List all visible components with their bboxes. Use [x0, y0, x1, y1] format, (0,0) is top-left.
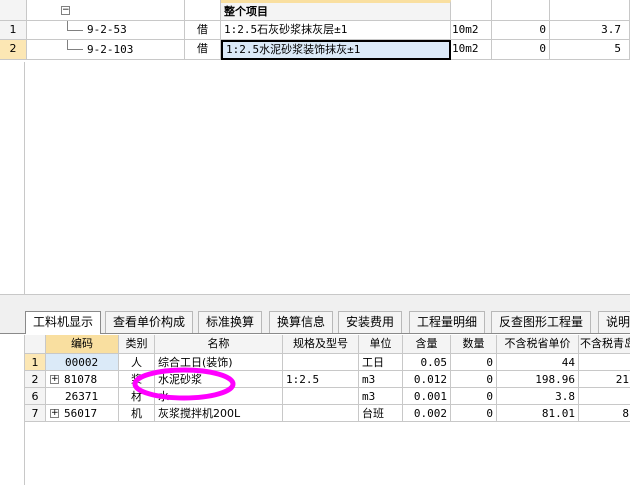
group-title: 整个项目 — [224, 5, 268, 18]
tab-quantity-detail[interactable]: 工程量明细 — [409, 311, 486, 333]
row-code: 9-2-103 — [87, 43, 134, 56]
row-qty[interactable]: 0 — [492, 21, 550, 40]
cell-code[interactable]: 00002 — [46, 354, 119, 371]
col-header-price2[interactable]: 不含税青岛 — [579, 335, 630, 354]
cell-content[interactable]: 0.001 — [403, 388, 451, 405]
cell-quantity[interactable]: 0 — [451, 354, 497, 371]
row-unit[interactable]: 10m2 — [451, 40, 492, 60]
top-header-price — [550, 0, 630, 21]
col-header-spec[interactable]: 规格及型号 — [283, 335, 359, 354]
bottom-grid-left-border — [24, 422, 25, 485]
col-header-quantity[interactable]: 数量 — [451, 335, 497, 354]
tree-line — [67, 21, 68, 30]
col-header-type[interactable]: 类别 — [119, 335, 155, 354]
tab-graphic-quantity-lookup[interactable]: 反查图形工程量 — [491, 311, 592, 333]
cell-content[interactable]: 0.012 — [403, 371, 451, 388]
row-price[interactable]: 3.7 — [550, 21, 630, 40]
cell-unit[interactable]: 台班 — [359, 405, 403, 422]
tab-standard-conversion[interactable]: 标准换算 — [198, 311, 263, 333]
top-row-num[interactable]: 2 — [0, 40, 27, 60]
col-header-name[interactable]: 名称 — [155, 335, 283, 354]
col-header-price[interactable]: 不含税省单价 — [497, 335, 579, 354]
cell-quantity[interactable]: 0 — [451, 371, 497, 388]
group-title-cell[interactable]: 整个项目 — [221, 0, 451, 21]
row-name[interactable]: 1:2.5石灰砂浆抹灰层±1 — [221, 21, 451, 40]
row-qty[interactable]: 0 — [492, 40, 550, 60]
tab-labor-material-machine[interactable]: 工料机显示 — [25, 311, 102, 334]
cell-quantity[interactable]: 0 — [451, 405, 497, 422]
cell-price[interactable]: 3.8 — [497, 388, 579, 405]
cell-price[interactable]: 198.96 — [497, 371, 579, 388]
cell-price2[interactable] — [579, 354, 630, 371]
row-unit[interactable]: 10m2 — [451, 21, 492, 40]
tree-line — [67, 49, 83, 50]
cell-spec[interactable] — [283, 388, 359, 405]
top-header-qty — [492, 0, 550, 21]
cell-price[interactable]: 44 — [497, 354, 579, 371]
cell-price2[interactable]: 8 — [579, 405, 630, 422]
collapse-icon[interactable]: − — [61, 6, 70, 15]
col-header-unit[interactable]: 单位 — [359, 335, 403, 354]
tab-conversion-info[interactable]: 换算信息 — [269, 311, 334, 333]
table-row-code[interactable]: 9-2-103 — [27, 40, 185, 60]
row-type[interactable]: 借 — [185, 21, 221, 40]
cell-spec[interactable] — [283, 354, 359, 371]
expand-icon[interactable]: + — [50, 375, 59, 384]
col-header-code[interactable]: 编码 — [46, 335, 119, 354]
top-row-num[interactable]: 1 — [0, 21, 27, 40]
cell-unit[interactable]: m3 — [359, 371, 403, 388]
cell-price[interactable]: 81.01 — [497, 405, 579, 422]
tab-description[interactable]: 说明信息 — [598, 311, 630, 333]
tab-unit-price-composition[interactable]: 查看单价构成 — [105, 311, 194, 333]
cell-unit[interactable]: m3 — [359, 388, 403, 405]
cell-type[interactable]: 机 — [119, 405, 155, 422]
tree-line — [67, 30, 83, 31]
tab-installation-fee[interactable]: 安装费用 — [338, 311, 403, 333]
col-header-content[interactable]: 含量 — [403, 335, 451, 354]
bottom-grid: 编码 类别 名称 规格及型号 单位 含量 数量 不含税省单价 不含税青岛 1 00… — [0, 335, 630, 485]
top-grid: − 整个项目 1 9-2-53 借 1:2.5石灰砂浆抹灰层±1 10m2 0 … — [0, 0, 630, 62]
annotation-ellipse — [132, 367, 236, 401]
row-code: 9-2-53 — [87, 23, 127, 36]
expand-icon[interactable]: + — [50, 409, 59, 418]
row-type[interactable]: 借 — [185, 40, 221, 60]
top-header-type — [185, 0, 221, 21]
bottom-row-num[interactable]: 1 — [25, 354, 46, 371]
panel-splitter[interactable] — [0, 294, 630, 310]
bottom-corner — [25, 335, 46, 354]
top-corner — [0, 0, 27, 21]
bottom-row-num[interactable]: 2 — [25, 371, 46, 388]
bottom-row-num[interactable]: 6 — [25, 388, 46, 405]
group-expander-cell: − — [27, 0, 185, 21]
cell-name[interactable]: 灰浆搅拌机200L — [155, 405, 283, 422]
cell-content[interactable]: 0.05 — [403, 354, 451, 371]
bottom-left-border — [24, 335, 25, 422]
bottom-row-num[interactable]: 7 — [25, 405, 46, 422]
cell-content[interactable]: 0.002 — [403, 405, 451, 422]
row-name-editing[interactable]: 1:2.5水泥砂浆装饰抹灰±1 — [221, 40, 451, 60]
cell-code[interactable]: 26371 — [46, 388, 119, 405]
cell-unit[interactable]: 工日 — [359, 354, 403, 371]
top-grid-left-border — [24, 62, 25, 294]
cell-spec[interactable]: 1:2.5 — [283, 371, 359, 388]
cell-price2[interactable] — [579, 388, 630, 405]
cell-quantity[interactable]: 0 — [451, 388, 497, 405]
cell-price2[interactable]: 21 — [579, 371, 630, 388]
cell-spec[interactable] — [283, 405, 359, 422]
row-price[interactable]: 5 — [550, 40, 630, 60]
top-header-unit — [451, 0, 492, 21]
table-row-code[interactable]: 9-2-53 — [27, 21, 185, 40]
